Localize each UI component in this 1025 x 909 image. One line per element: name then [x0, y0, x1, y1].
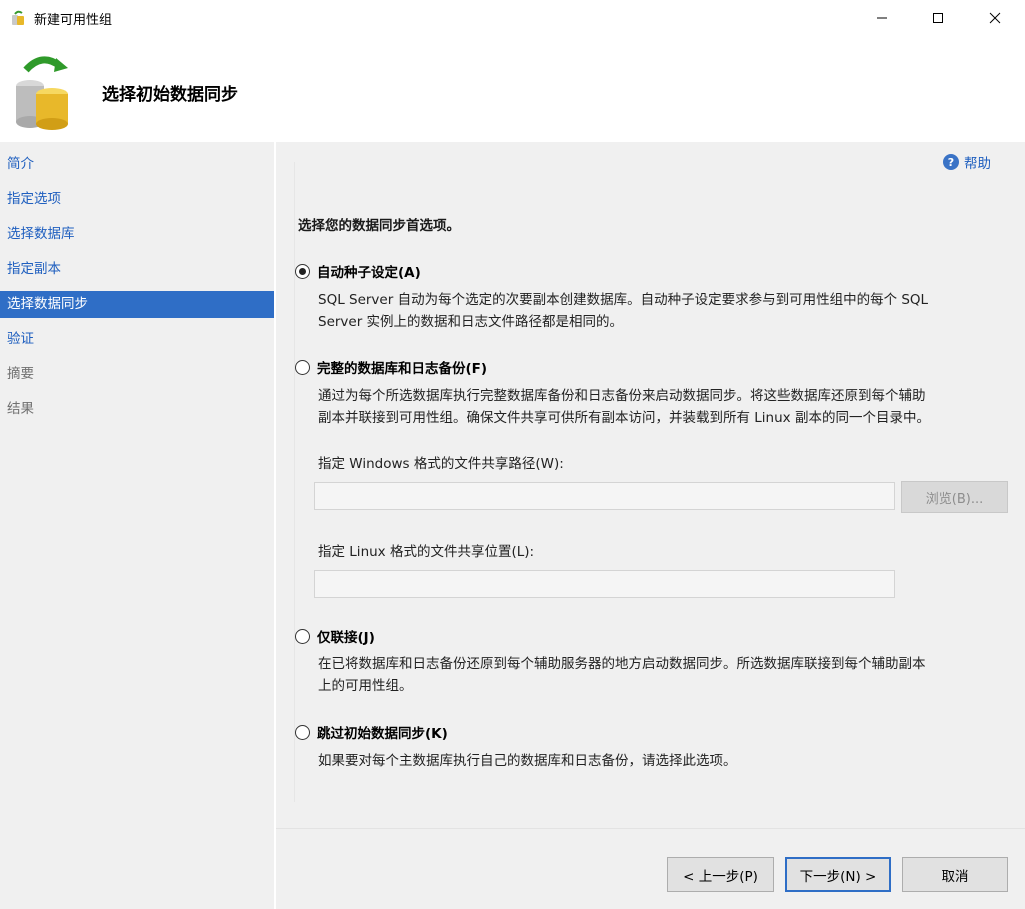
previous-button[interactable]: < 上一步(P) [667, 857, 774, 892]
radio-join-only-label: 仅联接(J) [317, 630, 375, 646]
description-line: 副本并联接到可用性组。确保文件共享可供所有副本访问，并装载到所有 Linux 副… [318, 410, 930, 426]
cancel-button[interactable]: 取消 [902, 857, 1008, 892]
windows-share-path-label: 指定 Windows 格式的文件共享路径(W): [318, 456, 564, 472]
full-backup-description: 通过为每个所选数据库执行完整数据库备份和日志备份来启动数据同步。将这些数据库还原… [318, 385, 1008, 429]
description-line: 上的可用性组。 [318, 678, 413, 694]
minimize-button[interactable] [853, 0, 911, 36]
linux-share-location-input[interactable] [314, 570, 895, 598]
radio-automatic-seeding[interactable]: 自动种子设定(A) [295, 261, 421, 281]
close-icon [989, 12, 1001, 24]
automatic-seeding-description: SQL Server 自动为每个选定的次要副本创建数据库。自动种子设定要求参与到… [318, 289, 1008, 333]
radio-join-only[interactable]: 仅联接(J) [295, 626, 375, 646]
minimize-icon [877, 17, 887, 19]
close-button[interactable] [966, 0, 1024, 36]
description-line: 通过为每个所选数据库执行完整数据库备份和日志备份来启动数据同步。将这些数据库还原… [318, 388, 926, 404]
radio-automatic-seeding-label: 自动种子设定(A) [317, 265, 421, 281]
description-line: Server 实例上的数据和日志文件路径都是相同的。 [318, 314, 624, 330]
help-icon: ? [943, 154, 959, 170]
description-line: SQL Server 自动为每个选定的次要副本创建数据库。自动种子设定要求参与到… [318, 292, 929, 308]
sidebar-item-specify-options[interactable]: 指定选项 [0, 186, 276, 213]
database-app-icon [10, 10, 26, 26]
join-only-description: 在已将数据库和日志备份还原到每个辅助服务器的地方启动数据同步。所选数据库联接到每… [318, 653, 1008, 697]
window-title: 新建可用性组 [34, 13, 113, 28]
radio-full-backup-label: 完整的数据库和日志备份(F) [317, 361, 488, 377]
sidebar-item-summary: 摘要 [7, 366, 34, 382]
sidebar-item-intro[interactable]: 简介 [0, 151, 276, 178]
skip-initial-sync-description: 如果要对每个主数据库执行自己的数据库和日志备份，请选择此选项。 [318, 750, 1008, 772]
radio-join-only-circle[interactable] [295, 628, 310, 644]
sync-preference-prompt: 选择您的数据同步首选项。 [298, 218, 460, 234]
description-line: 在已将数据库和日志备份还原到每个辅助服务器的地方启动数据同步。所选数据库联接到每… [318, 656, 926, 672]
help-link[interactable]: ? 帮助 [943, 152, 991, 172]
title-bar: 新建可用性组 [0, 0, 1025, 36]
help-label: 帮助 [964, 156, 991, 172]
description-line: 如果要对每个主数据库执行自己的数据库和日志备份，请选择此选项。 [318, 753, 737, 769]
wizard-header: 选择初始数据同步 [0, 36, 1025, 142]
radio-automatic-seeding-circle[interactable] [295, 263, 310, 279]
database-sync-icon [12, 50, 74, 132]
linux-share-location-label: 指定 Linux 格式的文件共享位置(L): [318, 544, 535, 560]
maximize-button[interactable] [909, 0, 967, 36]
windows-share-path-input[interactable] [314, 482, 895, 510]
radio-skip-initial-sync-circle[interactable] [295, 724, 310, 740]
radio-full-backup-circle[interactable] [295, 359, 310, 375]
browse-button[interactable]: 浏览(B)... [901, 481, 1008, 513]
sidebar-item-specify-replicas[interactable]: 指定副本 [0, 256, 276, 283]
radio-skip-initial-sync-label: 跳过初始数据同步(K) [317, 726, 448, 742]
wizard-steps-sidebar: 简介 指定选项 选择数据库 指定副本 选择数据同步 验证 摘要 结果 [0, 142, 276, 909]
maximize-icon [933, 13, 943, 23]
sidebar-item-results: 结果 [7, 401, 34, 417]
sidebar-item-select-databases[interactable]: 选择数据库 [0, 221, 276, 248]
content-divider [294, 162, 295, 802]
sidebar-item-data-sync[interactable]: 选择数据同步 [0, 291, 276, 318]
radio-full-backup[interactable]: 完整的数据库和日志备份(F) [295, 357, 487, 377]
page-title: 选择初始数据同步 [102, 85, 238, 105]
sidebar-item-validation[interactable]: 验证 [0, 326, 276, 353]
next-button[interactable]: 下一步(N) > [785, 857, 891, 892]
radio-skip-initial-sync[interactable]: 跳过初始数据同步(K) [295, 722, 448, 742]
